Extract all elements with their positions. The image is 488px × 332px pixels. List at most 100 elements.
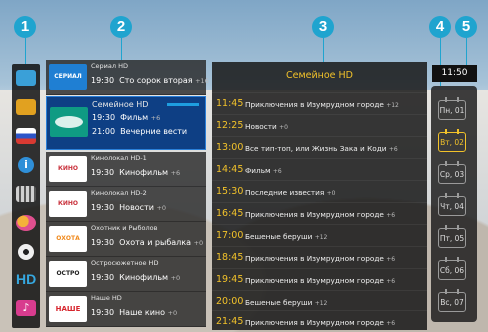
age-rating: +12 [314, 234, 328, 241]
channel-item[interactable]: ОСТРО Остросюжетное HD 19:30 Кинофильм +… [46, 257, 206, 292]
callout-1: 1 [14, 16, 36, 38]
channel-logo: КИНО [49, 156, 87, 182]
sport-icon[interactable] [18, 244, 34, 260]
age-rating: +6 [170, 169, 181, 177]
schedule-program: Бешеные беруши +12 [245, 298, 328, 307]
channel-item[interactable]: КИНО Кинолокал HD-2 19:30 Новости +0 [46, 187, 206, 222]
program-title: Новости [119, 203, 154, 212]
callout-3: 3 [312, 16, 334, 38]
schedule-time: 17:00 [216, 230, 244, 241]
age-rating: +0 [279, 124, 288, 131]
current-program: 19:30 Фильм +6 [92, 113, 160, 122]
schedule-program: Фильм +6 [245, 166, 282, 175]
schedule-program: Все тип-топ, или Жизнь Зака и Коди +6 [245, 144, 398, 153]
schedule-row[interactable]: 13:00 Все тип-топ, или Жизнь Зака и Коди … [212, 136, 427, 159]
day-button[interactable]: Ср, 03 [438, 161, 466, 184]
age-rating: +6 [386, 320, 396, 327]
info-icon[interactable]: i [18, 157, 34, 173]
channel-logo: СЕРИАЛ [49, 64, 87, 90]
channel-logo [50, 107, 88, 137]
schedule-time: 19:45 [216, 274, 244, 285]
program-title: Сто сорок вторая [119, 76, 193, 85]
program-progress-bar [167, 103, 199, 106]
current-program: 19:30 Наше кино +0 [91, 308, 177, 317]
callout-4: 4 [429, 16, 451, 38]
schedule-program: Новости +0 [245, 122, 288, 131]
schedule-row[interactable]: 16:45 Приключения в Изумрудном городе +6 [212, 202, 427, 225]
day-button[interactable]: Пн, 01 [438, 97, 466, 120]
day-button[interactable]: Чт, 04 [438, 193, 466, 216]
channel-item-selected[interactable]: Семейное HD 19:30 Фильм +6 21:00 Вечерни… [46, 96, 206, 150]
schedule-time: 11:45 [216, 98, 244, 109]
day-button[interactable]: Сб, 06 [438, 257, 466, 280]
schedule-row[interactable]: 14:45 Фильм +6 [212, 158, 427, 181]
program-title: Вечерние вести [120, 127, 188, 136]
schedule-time: 13:00 [216, 142, 244, 153]
channel-name: Наше HD [91, 294, 122, 302]
age-rating: +6 [388, 146, 398, 153]
program-title: Кинофильм [119, 168, 169, 177]
epg-schedule-panel: Семейное HD 11:45 Приключения в Изумрудно… [212, 62, 427, 330]
age-rating: +6 [150, 114, 161, 122]
hd-icon[interactable]: HD [16, 271, 36, 287]
schedule-time: 18:45 [216, 252, 244, 263]
channel-item[interactable]: КИНО Кинолокал HD-1 19:30 Кинофильм +6 [46, 152, 206, 187]
program-time: 19:30 [91, 168, 115, 177]
channel-name: Остросюжетное HD [91, 259, 159, 267]
current-program: 19:30 Сто сорок вторая +16 [91, 76, 209, 85]
tv-icon[interactable] [16, 99, 36, 115]
program-time: 19:30 [91, 238, 115, 247]
schedule-row[interactable]: 21:45 Приключения в Изумрудном городе +6 [212, 310, 427, 331]
channel-name: Кинолокал HD-2 [91, 189, 147, 197]
age-rating: +0 [193, 239, 204, 247]
day-button[interactable]: Вс, 07 [438, 289, 466, 312]
schedule-program: Приключения в Изумрудном городе +12 [245, 100, 399, 109]
schedule-time: 20:00 [216, 296, 244, 307]
day-button[interactable]: Пт, 05 [438, 225, 466, 248]
day-button-active[interactable]: Вт, 02 [438, 129, 466, 152]
program-time: 19:30 [92, 113, 116, 122]
schedule-row[interactable]: 19:45 Приключения в Изумрудном городе +6 [212, 268, 427, 291]
film-icon[interactable] [16, 186, 36, 202]
music-icon[interactable]: ♪ [16, 300, 36, 316]
program-time: 19:30 [91, 308, 115, 317]
age-rating: +0 [170, 274, 181, 282]
schedule-time: 14:45 [216, 164, 244, 175]
schedule-program: Приключения в Изумрудном городе +6 [245, 254, 396, 263]
channel-item[interactable]: СЕРИАЛ Сериал HD 19:30 Сто сорок вторая … [46, 60, 209, 95]
category-sidebar: i HD ♪ [12, 64, 40, 328]
schedule-program: Последние известия +0 [245, 188, 336, 197]
callout-5: 5 [455, 16, 477, 38]
age-rating: +6 [272, 168, 282, 175]
program-title: Наше кино [119, 308, 166, 317]
channel-logo: НАШЕ [49, 296, 87, 322]
schedule-program: Приключения в Изумрудном городе +6 [245, 276, 396, 285]
home-icon[interactable] [16, 70, 36, 86]
schedule-row[interactable]: 18:45 Приключения в Изумрудном городе +6 [212, 246, 427, 269]
channel-logo: КИНО [49, 191, 87, 217]
channel-name: Сериал HD [91, 62, 128, 70]
age-rating: +6 [386, 256, 396, 263]
age-rating: +12 [386, 102, 399, 109]
current-program: 19:30 Кинофильм +6 [91, 168, 180, 177]
age-rating: +0 [167, 309, 178, 317]
schedule-row[interactable]: 15:30 Последние известия +0 [212, 180, 427, 203]
schedule-time: 21:45 [216, 316, 244, 327]
schedule-row[interactable]: 17:00 Бешеные беруши +12 [212, 224, 427, 247]
schedule-program: Бешеные беруши +12 [245, 232, 328, 241]
callout-3-line [323, 38, 324, 62]
channel-name: Семейное HD [92, 100, 149, 109]
age-rating: +0 [156, 204, 167, 212]
schedule-row[interactable]: 11:45 Приключения в Изумрудном городе +12 [212, 92, 427, 115]
channel-item[interactable]: ОХОТА Охотник и Рыболов 19:30 Охота и ры… [46, 222, 206, 257]
callout-5-line [466, 38, 467, 65]
channel-item[interactable]: НАШЕ Наше HD 19:30 Наше кино +0 [46, 292, 206, 327]
schedule-program: Приключения в Изумрудном городе +6 [245, 210, 396, 219]
kids-icon[interactable] [16, 215, 36, 231]
schedule-row[interactable]: 12:25 Новости +0 [212, 114, 427, 137]
next-program: 21:00 Вечерние вести [92, 127, 187, 136]
program-time: 19:30 [91, 203, 115, 212]
russia-flag-icon[interactable] [16, 128, 36, 144]
age-rating: +0 [326, 190, 336, 197]
channel-list: СЕРИАЛ Сериал HD 19:30 Сто сорок вторая … [46, 60, 209, 330]
